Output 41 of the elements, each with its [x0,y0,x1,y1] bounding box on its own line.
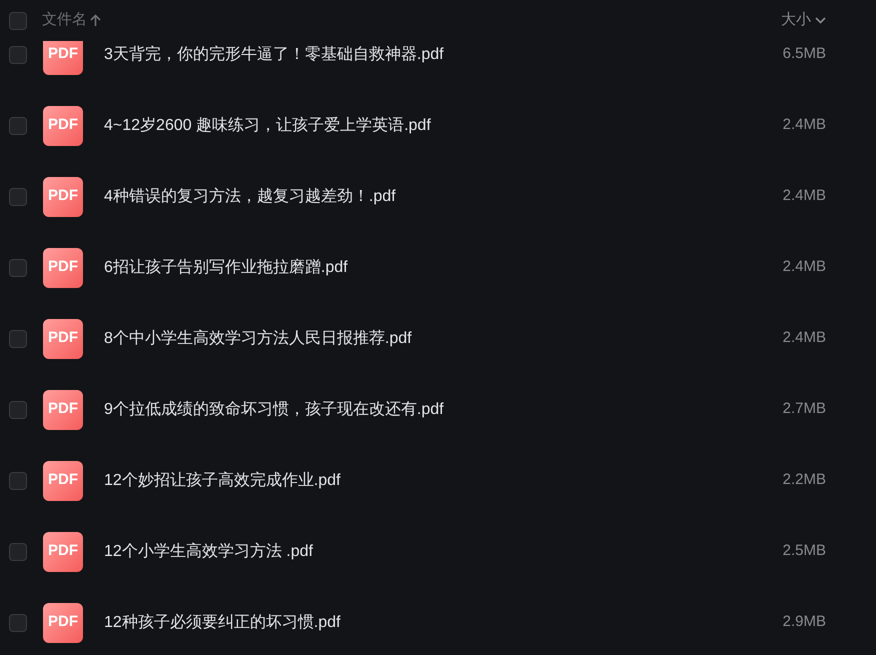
file-name[interactable]: 4种错误的复习方法，越复习越差劲！.pdf [104,184,396,208]
pdf-file-icon: PDF [43,390,83,430]
pdf-file-icon: PDF [43,532,83,572]
file-size: 2.2MB [782,470,826,490]
file-size: 2.4MB [782,328,826,348]
checkbox[interactable] [9,116,27,134]
pdf-file-icon: PDF [43,106,83,146]
checkbox[interactable] [9,258,27,276]
pdf-file-icon: PDF [43,460,83,500]
file-size: 2.5MB [782,541,826,562]
file-size: 2.4MB [782,186,826,206]
pdf-file-icon: PDF [43,176,83,216]
file-name[interactable]: 9个拉低成绩的致命坏习惯，孩子现在改还有.pdf [104,398,444,422]
file-name[interactable]: 12种孩子必须要纠正的坏习惯.pdf [104,610,340,634]
file-size: 2.4MB [782,115,826,136]
file-name[interactable]: 12个小学生高效学习方法 .pdf [104,540,313,564]
file-name[interactable]: 12个妙招让孩子高效完成作业.pdf [104,468,340,492]
file-name[interactable]: 6招让孩子告别写作业拖拉磨蹭.pdf [104,256,348,280]
file-size: 2.9MB [782,612,826,632]
pdf-file-icon: PDF [43,248,83,288]
checkbox[interactable] [9,46,27,64]
file-size: 6.5MB [782,44,826,64]
name-column-header[interactable]: 文件名 [42,9,101,32]
checkbox[interactable] [9,614,27,632]
size-column-header[interactable]: 大小 [781,9,826,32]
checkbox[interactable] [9,400,27,418]
file-size: 2.7MB [782,399,826,420]
checkbox[interactable] [9,330,27,348]
checkbox[interactable] [9,542,27,560]
chevron-down-icon [815,17,826,24]
file-name[interactable]: 3天背完，你的完形牛逼了！零基础自救神器.pdf [104,42,444,66]
file-name[interactable]: 8个中小学生高效学习方法人民日报推荐.pdf [104,326,412,350]
file-name[interactable]: 4~12岁2600 趣味练习，让孩子爱上学英语.pdf [104,114,431,138]
pdf-file-icon: PDF [43,318,83,358]
arrow-up-icon [90,14,101,27]
checkbox[interactable] [9,188,27,206]
checkbox[interactable] [9,12,27,30]
pdf-file-icon: PDF [43,602,83,642]
checkbox[interactable] [9,472,27,490]
file-size: 2.4MB [782,257,826,278]
pdf-file-icon: PDF [43,41,83,74]
